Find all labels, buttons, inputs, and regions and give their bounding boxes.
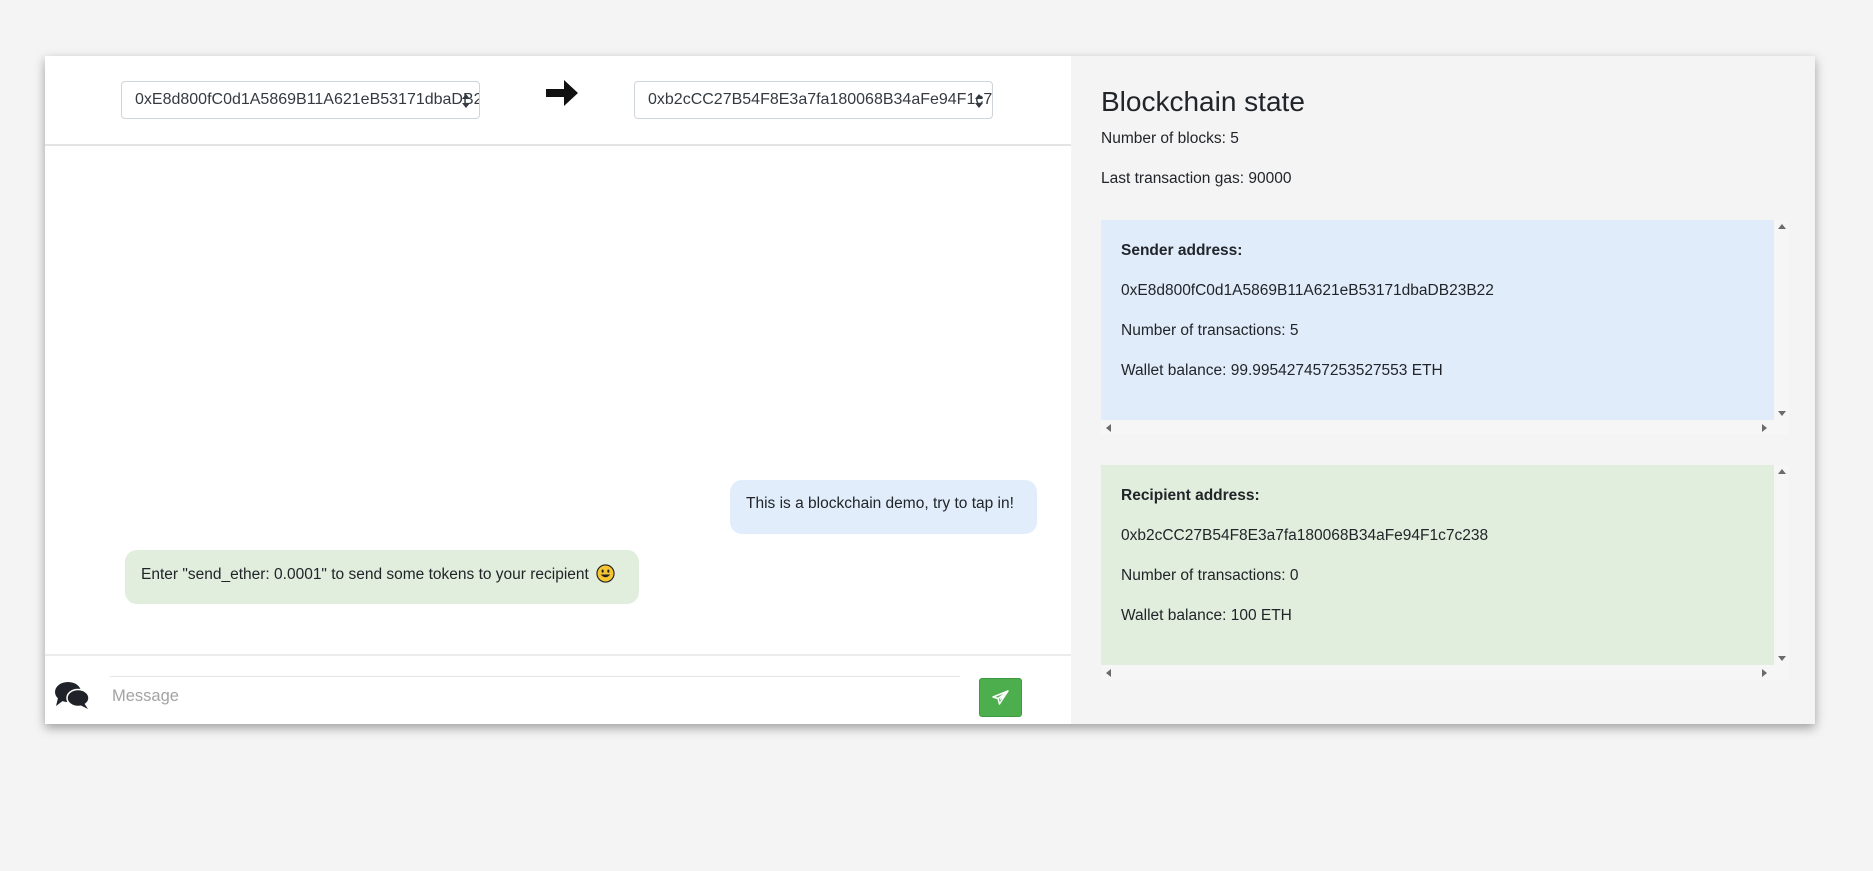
scroll-right-icon[interactable] <box>1762 424 1767 432</box>
paper-plane-icon <box>992 690 1009 705</box>
recipient-select-value: 0xb2cCC27B54F8E3a7fa180068B34aFe94F1c7c2… <box>648 91 993 108</box>
sender-balance: Wallet balance: 99.995427457253527553 ET… <box>1121 362 1443 379</box>
app-window: 0xE8d800fC0d1A5869B11A621eB53171dbaDB23B… <box>45 56 1815 724</box>
recipient-card: Recipient address: 0xb2cCC27B54F8E3a7fa1… <box>1101 465 1789 680</box>
horizontal-scrollbar[interactable] <box>1101 665 1789 680</box>
chat-header: 0xE8d800fC0d1A5869B11A621eB53171dbaDB23B… <box>45 56 1071 146</box>
message-text: This is a blockchain demo, try to tap in… <box>746 495 1014 512</box>
message-list: This is a blockchain demo, try to tap in… <box>45 148 1071 700</box>
scroll-up-icon[interactable] <box>1778 469 1786 474</box>
message-input[interactable] <box>110 676 960 716</box>
scroll-left-icon[interactable] <box>1106 424 1111 432</box>
recipient-balance: Wallet balance: 100 ETH <box>1121 607 1292 624</box>
sender-select-value: 0xE8d800fC0d1A5869B11A621eB53171dbaDB23B… <box>135 91 479 108</box>
message-composer <box>45 654 1071 724</box>
sender-card-body: Sender address: 0xE8d800fC0d1A5869B11A62… <box>1101 220 1774 420</box>
sender-transactions: Number of transactions: 5 <box>1121 322 1299 339</box>
sender-heading: Sender address: <box>1121 242 1243 259</box>
message-text: Enter "send_ether: 0.0001" to send some … <box>141 566 589 583</box>
message-outgoing: This is a blockchain demo, try to tap in… <box>730 480 1037 534</box>
scroll-left-icon[interactable] <box>1106 669 1111 677</box>
scroll-down-icon[interactable] <box>1778 411 1786 416</box>
block-count: Number of blocks: 5 <box>1101 130 1239 147</box>
blockchain-state-panel: Blockchain state Number of blocks: 5 Las… <box>1071 56 1815 724</box>
scroll-down-icon[interactable] <box>1778 656 1786 661</box>
sender-address: 0xE8d800fC0d1A5869B11A621eB53171dbaDB23B… <box>1121 282 1494 299</box>
recipient-card-body: Recipient address: 0xb2cCC27B54F8E3a7fa1… <box>1101 465 1774 665</box>
comments-icon <box>55 682 90 709</box>
state-title: Blockchain state <box>1101 86 1305 117</box>
recipient-transactions: Number of transactions: 0 <box>1121 567 1299 584</box>
recipient-address: 0xb2cCC27B54F8E3a7fa180068B34aFe94F1c7c2… <box>1121 527 1489 544</box>
last-gas: Last transaction gas: 90000 <box>1101 170 1292 187</box>
horizontal-scrollbar[interactable] <box>1101 420 1789 435</box>
recipient-heading: Recipient address: <box>1121 487 1260 504</box>
select-caret-icon <box>462 94 470 108</box>
recipient-select[interactable]: 0xb2cCC27B54F8E3a7fa180068B34aFe94F1c7c2… <box>634 81 993 119</box>
vertical-scrollbar[interactable] <box>1774 465 1789 665</box>
smiley-icon <box>596 564 615 583</box>
sender-card: Sender address: 0xE8d800fC0d1A5869B11A62… <box>1101 220 1789 435</box>
chat-panel: 0xE8d800fC0d1A5869B11A621eB53171dbaDB23B… <box>45 56 1071 724</box>
arrow-right-icon <box>546 80 578 106</box>
message-incoming: Enter "send_ether: 0.0001" to send some … <box>125 550 639 604</box>
select-caret-icon <box>975 94 983 108</box>
scroll-right-icon[interactable] <box>1762 669 1767 677</box>
sender-select[interactable]: 0xE8d800fC0d1A5869B11A621eB53171dbaDB23B… <box>121 81 480 119</box>
send-button[interactable] <box>979 678 1022 717</box>
scroll-up-icon[interactable] <box>1778 224 1786 229</box>
vertical-scrollbar[interactable] <box>1774 220 1789 420</box>
